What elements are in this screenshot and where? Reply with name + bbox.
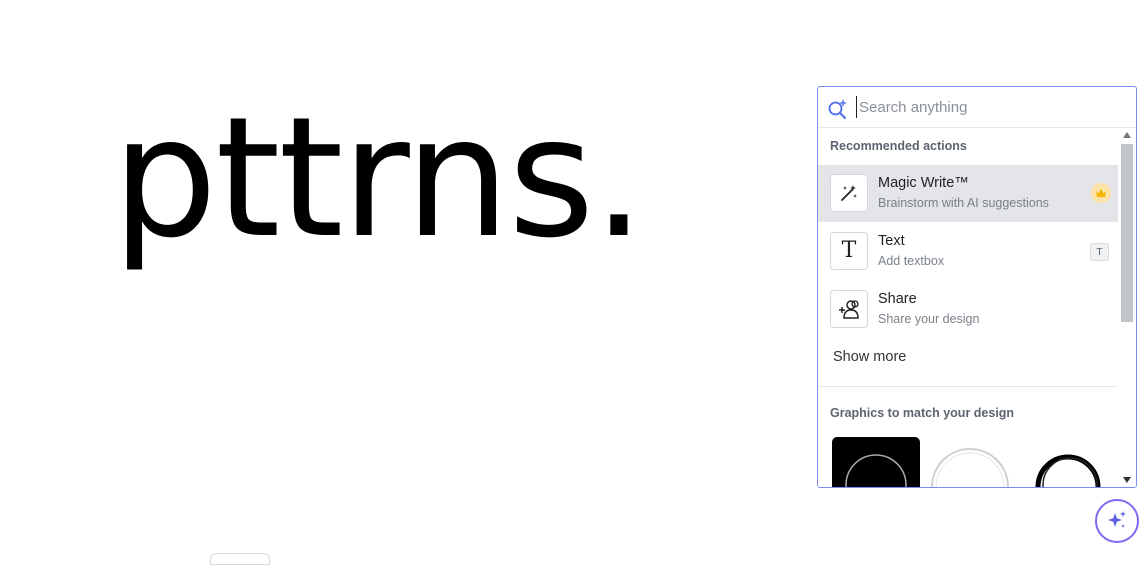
action-share[interactable]: Share Share your design [818, 281, 1120, 338]
action-subtitle: Share your design [878, 312, 980, 326]
action-text[interactable]: T Text Add textbox T [818, 223, 1120, 280]
action-title: Share [878, 291, 917, 307]
search-panel: Recommended actions Magic Write™ Brainst… [817, 86, 1137, 488]
shortcut-badge: T [1090, 243, 1109, 261]
results-list: Recommended actions Magic Write™ Brainst… [818, 128, 1120, 487]
magic-wand-icon [830, 174, 868, 212]
vertical-scrollbar[interactable] [1118, 128, 1136, 487]
scrollbar-thumb[interactable] [1121, 144, 1133, 322]
search-bar [818, 87, 1136, 128]
crown-icon [1091, 183, 1111, 203]
canvas-heading-text[interactable]: pttrns. [112, 96, 645, 262]
search-input[interactable] [856, 96, 1119, 118]
graphic-thumbnail-3[interactable] [1024, 437, 1112, 487]
section-divider [818, 386, 1120, 387]
section-title-graphics: Graphics to match your design [830, 406, 1015, 420]
action-magic-write[interactable]: Magic Write™ Brainstorm with AI suggesti… [818, 165, 1120, 222]
section-title-recommended: Recommended actions [830, 139, 967, 153]
scroll-up-arrow-icon[interactable] [1123, 132, 1131, 138]
magic-search-icon [828, 99, 847, 119]
graphic-thumbnail-2[interactable] [928, 437, 1016, 487]
sparkle-icon [1108, 511, 1126, 528]
magic-assistant-button[interactable] [1095, 499, 1139, 543]
show-more-link[interactable]: Show more [833, 349, 906, 365]
action-subtitle: Add textbox [878, 254, 945, 268]
action-title: Magic Write™ [878, 175, 969, 191]
action-title: Text [878, 233, 905, 249]
action-subtitle: Brainstorm with AI suggestions [878, 196, 1049, 210]
share-people-icon [830, 290, 868, 328]
text-icon: T [830, 232, 868, 270]
graphic-thumbnail-1[interactable] [832, 437, 920, 487]
page-tab[interactable] [210, 553, 270, 565]
scroll-down-arrow-icon[interactable] [1123, 477, 1131, 483]
